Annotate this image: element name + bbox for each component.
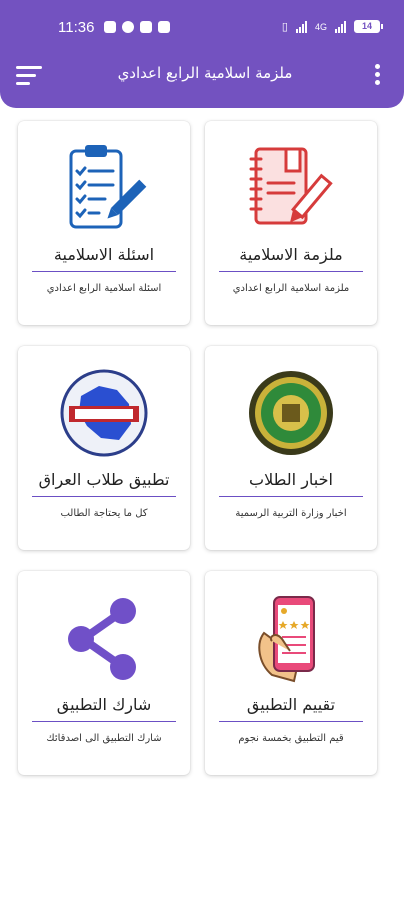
status-time: 11:36 <box>58 19 95 36</box>
app-notification-icon <box>104 21 116 33</box>
menu-button[interactable] <box>16 66 44 86</box>
mail-icon <box>140 21 152 33</box>
ministry-seal-icon <box>249 371 333 455</box>
card-label: تطبيق طلاب العراق <box>38 470 170 489</box>
signal-icon-2 <box>335 20 346 33</box>
card-divider <box>32 721 176 722</box>
card-iraq-students-app[interactable]: تطبيق طلاب العراق كل ما يحتاجة الطالب <box>18 346 190 550</box>
notebook-pen-icon <box>249 147 333 225</box>
card-subtitle: اسئلة اسلامية الرابع اعدادي <box>46 283 162 294</box>
card-label: تقييم التطبيق <box>246 695 336 714</box>
iraq-map-logo-icon <box>60 369 148 457</box>
clipboard-checklist-icon <box>69 145 147 229</box>
card-divider <box>219 271 363 272</box>
status-bar: 11:36 ▯ 4G 14 <box>0 0 404 54</box>
card-subtitle: كل ما يحتاجة الطالب <box>60 508 148 519</box>
vibrate-icon: ▯ <box>281 20 288 33</box>
card-divider <box>32 271 176 272</box>
card-islamic-notes[interactable]: ملزمة الاسلامية ملزمة اسلامية الرابع اعد… <box>205 121 377 325</box>
share-icon <box>68 598 136 680</box>
card-label: اسئلة الاسلامية <box>53 245 155 264</box>
phone-rating-icon <box>258 596 315 683</box>
card-rate-app[interactable]: تقييم التطبيق قيم التطبيق بخمسة نجوم <box>205 571 377 775</box>
card-label: اخبار الطلاب <box>249 470 333 489</box>
facebook-icon <box>122 21 134 33</box>
card-subtitle: ملزمة اسلامية الرابع اعدادي <box>232 283 350 294</box>
signal-icon <box>295 20 307 33</box>
card-label: شارك التطبيق <box>56 695 152 714</box>
youtube-icon <box>158 21 170 33</box>
system-icons: ▯ 4G 14 <box>281 20 383 33</box>
card-label: ملزمة الاسلامية <box>239 245 343 264</box>
card-subtitle: قيم التطبيق بخمسة نجوم <box>238 733 344 744</box>
card-divider <box>32 496 176 497</box>
notification-icons <box>104 21 170 33</box>
card-student-news[interactable]: اخبار الطلاب اخبار وزارة التربية الرسمية <box>205 346 377 550</box>
network-type: 4G <box>314 21 327 32</box>
card-divider <box>219 721 363 722</box>
app-bar: 11:36 ▯ 4G 14 ملزمة اسلامية الرابع اعداد… <box>0 0 404 108</box>
battery-icon: 14 <box>354 20 383 33</box>
card-divider <box>219 496 363 497</box>
card-subtitle: اخبار وزارة التربية الرسمية <box>235 508 347 519</box>
page-title: ملزمة اسلامية الرابع اعدادي <box>117 64 293 82</box>
card-share-app[interactable]: شارك التطبيق شارك التطبيق الى اصدقائك <box>18 571 190 775</box>
more-options-button[interactable] <box>374 64 382 86</box>
card-subtitle: شارك التطبيق الى اصدقائك <box>46 733 162 744</box>
card-islamic-questions[interactable]: اسئلة الاسلامية اسئلة اسلامية الرابع اعد… <box>18 121 190 325</box>
